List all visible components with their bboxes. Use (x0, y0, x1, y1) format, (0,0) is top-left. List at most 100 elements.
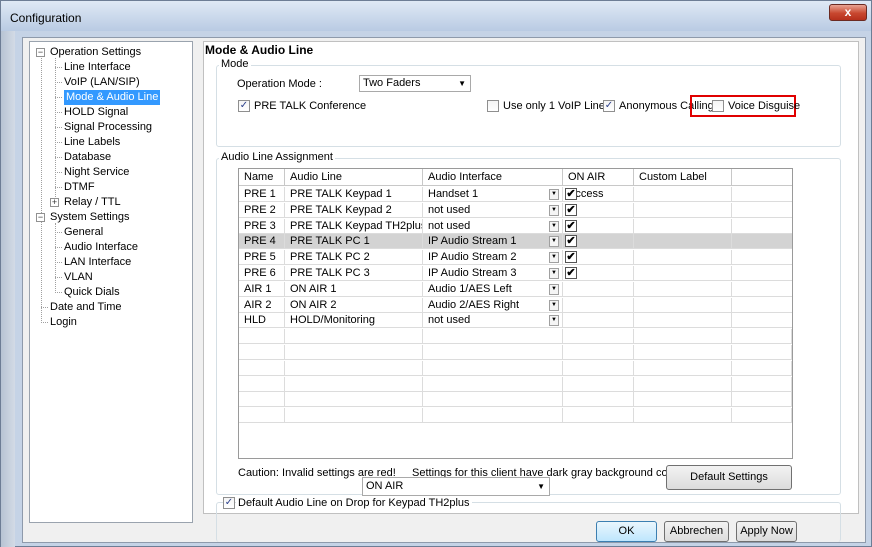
tree-item-line-interface[interactable]: Line Interface (64, 60, 131, 75)
tree-item-quick-dials[interactable]: Quick Dials (64, 285, 120, 300)
empty-cell (634, 408, 732, 424)
empty-cell (732, 345, 792, 360)
on-air-access-checkbox[interactable]: ✔ (565, 219, 577, 232)
tree-item-database[interactable]: Database (64, 150, 111, 165)
voice-disguise-checkbox[interactable] (712, 100, 724, 112)
cell-audio-interface[interactable]: Handset 1 ▼ (423, 187, 563, 202)
on-air-access-checkbox[interactable]: ✔ (565, 267, 577, 279)
cell-audio-interface[interactable]: not used ▼ (423, 218, 563, 234)
chevron-down-icon[interactable]: ▼ (549, 315, 559, 327)
table-row[interactable]: PRE 6 PRE TALK PC 3 IP Audio Stream 3 ▼ ✔ (239, 266, 792, 281)
mode-group-label: Mode (219, 58, 251, 70)
cell-audio-interface[interactable]: not used ▼ (423, 202, 563, 218)
cell-audio-interface[interactable]: Audio 1/AES Left ▼ (423, 281, 563, 297)
cell-audio-interface[interactable]: not used ▼ (423, 313, 563, 329)
close-button[interactable]: x (829, 4, 867, 21)
anonymous-calling-checkbox[interactable]: ✓ (603, 100, 615, 112)
cell-custom-label[interactable] (634, 313, 732, 329)
cell-custom-label[interactable] (634, 187, 732, 202)
cell-audio-interface[interactable]: IP Audio Stream 3 ▼ (423, 266, 563, 281)
column-header[interactable]: Custom Label (634, 169, 732, 186)
title-bar[interactable]: Configuration x (1, 1, 871, 31)
cell-custom-label[interactable] (634, 234, 732, 250)
operation-mode-select[interactable]: Two Faders ▼ (359, 75, 471, 92)
on-air-access-checkbox[interactable]: ✔ (565, 235, 577, 248)
tree-item-login[interactable]: Login (50, 315, 77, 330)
chevron-down-icon: ▼ (537, 482, 545, 491)
empty-cell (239, 392, 285, 408)
tree-item-operation-settings[interactable]: Operation Settings (50, 45, 141, 60)
default-drop-select[interactable]: ON AIR ▼ (362, 477, 550, 496)
table-row[interactable]: PRE 3 PRE TALK Keypad TH2plus not used ▼ ✔ (239, 218, 792, 234)
empty-cell (423, 345, 563, 360)
tree-item-voip-lan-sip[interactable]: VoIP (LAN/SIP) (64, 75, 140, 90)
tree-item-mode-audio-line[interactable]: Mode & Audio Line (64, 90, 161, 105)
on-air-access-checkbox[interactable]: ✔ (565, 188, 577, 200)
chevron-down-icon[interactable]: ▼ (549, 189, 559, 200)
ok-button[interactable]: OK (596, 521, 657, 542)
tree-item-line-labels[interactable]: Line Labels (64, 135, 120, 150)
tree-item-vlan[interactable]: VLAN (64, 270, 93, 285)
cancel-button[interactable]: Abbrechen (664, 521, 729, 542)
column-header[interactable]: ON AIR Access (563, 169, 634, 200)
cell-audio-interface[interactable]: IP Audio Stream 1 ▼ (423, 234, 563, 250)
cell-custom-label[interactable] (634, 202, 732, 218)
tree-item-system-settings[interactable]: System Settings (50, 210, 129, 225)
on-air-access-checkbox[interactable]: ✔ (565, 203, 577, 216)
table-row[interactable]: PRE 5 PRE TALK PC 2 IP Audio Stream 2 ▼ ✔ (239, 250, 792, 266)
tree-item-relay-ttl[interactable]: Relay / TTL (64, 195, 121, 210)
cell-custom-label[interactable] (634, 250, 732, 266)
default-audio-line-on-drop-checkbox[interactable]: ✓ (223, 497, 235, 509)
tree-item-date-and-time[interactable]: Date and Time (50, 300, 122, 315)
cell-audio-interface[interactable]: Audio 2/AES Right ▼ (423, 297, 563, 313)
tree-guide-line (55, 262, 62, 263)
tree-item-lan-interface[interactable]: LAN Interface (64, 255, 131, 270)
chevron-down-icon[interactable]: ▼ (549, 283, 559, 295)
chevron-down-icon[interactable]: ▼ (549, 236, 559, 248)
cell-audio-interface[interactable]: IP Audio Stream 2 ▼ (423, 250, 563, 266)
expand-icon[interactable]: + (50, 198, 59, 207)
table-row[interactable]: HLD HOLD/Monitoring not used ▼ (239, 313, 792, 329)
tree-item-night-service[interactable]: Night Service (64, 165, 129, 180)
cell-custom-label[interactable] (634, 218, 732, 234)
cell-name: PRE 5 (239, 250, 285, 266)
tree-guide-line (55, 127, 62, 128)
column-header[interactable]: Audio Interface (423, 169, 563, 186)
pre-talk-conference-checkbox[interactable]: ✓ (238, 100, 250, 112)
empty-cell (732, 329, 792, 345)
table-row[interactable]: PRE 1 PRE TALK Keypad 1 Handset 1 ▼ ✔ (239, 187, 792, 202)
cell-name: AIR 1 (239, 281, 285, 297)
cell-on-air-access: ✔ (563, 202, 634, 218)
column-header[interactable]: Audio Line (285, 169, 423, 186)
tree-item-general[interactable]: General (64, 225, 103, 240)
use-only-1-voip-line-checkbox[interactable] (487, 100, 499, 112)
chevron-down-icon[interactable]: ▼ (549, 252, 559, 264)
cell-custom-label[interactable] (634, 266, 732, 281)
column-header[interactable]: Name (239, 169, 285, 186)
table-row (239, 329, 792, 345)
cell-custom-label[interactable] (634, 281, 732, 297)
cell-filler (732, 219, 792, 234)
chevron-down-icon[interactable]: ▼ (549, 220, 559, 232)
tree-guide-line (55, 82, 62, 83)
table-row[interactable]: AIR 2 ON AIR 2 Audio 2/AES Right ▼ (239, 297, 792, 313)
default-settings-button[interactable]: Default Settings (666, 465, 792, 490)
collapse-icon[interactable]: − (36, 48, 45, 57)
table-row[interactable]: AIR 1 ON AIR 1 Audio 1/AES Left ▼ (239, 281, 792, 297)
apply-now-button[interactable]: Apply Now (736, 521, 797, 542)
on-air-access-checkbox[interactable]: ✔ (565, 251, 577, 264)
tree-item-signal-processing[interactable]: Signal Processing (64, 120, 152, 135)
chevron-down-icon[interactable]: ▼ (549, 299, 559, 311)
tree-item-dtmf[interactable]: DTMF (64, 180, 95, 195)
cell-custom-label[interactable] (634, 297, 732, 313)
cell-on-air-access (563, 297, 634, 313)
settings-tree[interactable]: − Operation Settings Line Interface VoIP (L… (29, 41, 193, 523)
table-row[interactable]: PRE 4 PRE TALK PC 1 IP Audio Stream 1 ▼ ✔ (239, 234, 792, 250)
collapse-icon[interactable]: − (36, 213, 45, 222)
table-row[interactable]: PRE 2 PRE TALK Keypad 2 not used ▼ ✔ (239, 202, 792, 218)
cell-audio-line: PRE TALK Keypad 1 (285, 187, 423, 202)
tree-item-hold-signal[interactable]: HOLD Signal (64, 105, 128, 120)
chevron-down-icon[interactable]: ▼ (549, 204, 559, 216)
tree-item-audio-interface[interactable]: Audio Interface (64, 240, 138, 255)
chevron-down-icon[interactable]: ▼ (549, 268, 559, 279)
